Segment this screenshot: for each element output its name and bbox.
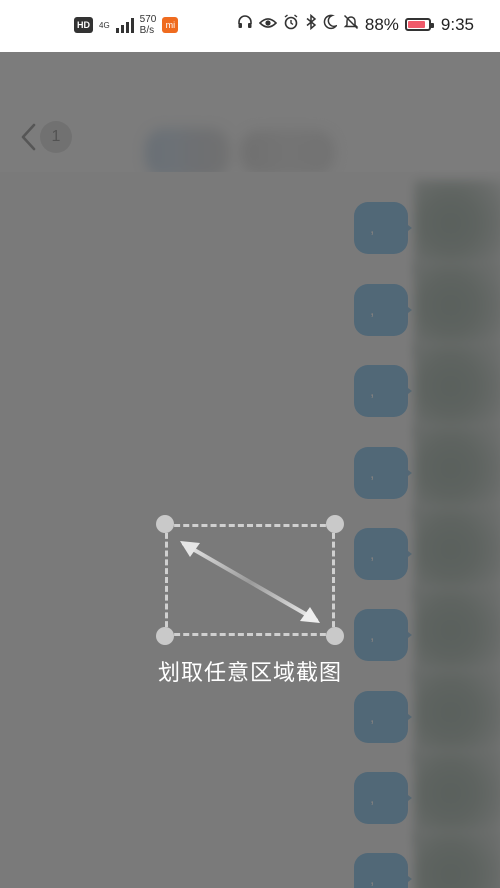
speed-value: 570	[139, 14, 157, 25]
network-gen-label: 4G	[99, 20, 110, 30]
hd-badge: HD	[74, 17, 93, 33]
network-speed: 570 B/s	[140, 14, 157, 36]
status-bar: HD 4G 570 B/s mi 88% 9:35	[0, 0, 500, 52]
alarm-icon	[283, 14, 299, 35]
eye-icon	[258, 15, 278, 35]
status-right: 88% 9:35	[237, 13, 474, 35]
speed-unit: B/s	[139, 25, 155, 36]
moon-icon	[323, 14, 339, 35]
silent-bell-icon	[343, 14, 359, 35]
signal-icon	[115, 17, 134, 33]
app-notification-icon: mi	[162, 17, 179, 33]
screenshot-hint-label: 划取任意区域截图	[157, 661, 342, 686]
headphones-icon	[237, 14, 253, 35]
bluetooth-icon	[305, 13, 317, 35]
screenshot-dim-overlay[interactable]	[0, 52, 500, 888]
battery-percentage: 88%	[364, 14, 399, 34]
diagonal-arrow-icon	[180, 541, 320, 623]
status-left: HD 4G 570 B/s mi	[74, 14, 179, 36]
battery-icon	[404, 18, 434, 31]
status-time: 9:35	[440, 14, 474, 34]
screen: HD 4G 570 B/s mi 88% 9:35 划取任意区域截图	[0, 0, 500, 888]
